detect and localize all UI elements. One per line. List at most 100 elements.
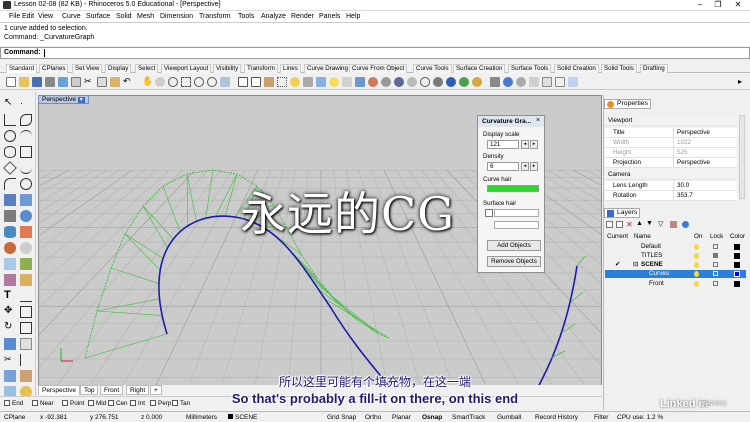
arc-icon[interactable] [20,130,32,142]
menu-dimension[interactable]: Dimension [160,13,193,20]
tab-viewport-layout[interactable]: Viewport Layout [161,64,212,73]
filter-toggle[interactable]: Filter [594,414,608,421]
select-arrow-icon[interactable]: ↖ [4,98,16,110]
cylinder-icon[interactable] [4,226,16,238]
copy-clip-icon[interactable] [97,77,107,87]
zoom-icon[interactable] [168,77,178,87]
menu-file[interactable]: File [9,13,20,20]
menu-panels[interactable]: Panels [319,13,340,20]
freeform-icon[interactable] [20,162,32,174]
gumball-toggle[interactable]: Gumball [497,414,521,421]
prop-rotation-row[interactable]: Rotation 353.7 [605,191,737,201]
layer-row-curves[interactable]: Curves [605,270,746,278]
menu-surface[interactable]: Surface [86,13,110,20]
zoom-extents-icon[interactable] [194,77,204,87]
scale-icon[interactable] [20,322,32,334]
pipe-icon[interactable] [4,274,16,286]
layer-row-front[interactable]: Front [605,280,746,288]
extrude-icon[interactable] [20,194,32,206]
zoom-window-icon[interactable] [181,77,191,87]
cplane-icon[interactable] [264,77,274,87]
display-scale-input[interactable]: 121 [487,140,519,149]
ortho-toggle[interactable]: Ortho [365,414,381,421]
cplane-label[interactable]: CPlane [4,414,25,421]
units[interactable]: Millimeters [186,414,217,421]
tab-lines[interactable]: Lines [280,64,301,73]
prop-lens-row[interactable]: Lens Length 30.0 [605,181,737,191]
menu-help[interactable]: Help [346,13,360,20]
tab-properties[interactable]: Properties [604,99,651,109]
filter-layers-icon[interactable]: ▽ [658,220,663,228]
menu-view[interactable]: View [38,13,53,20]
surface-icon[interactable] [4,194,16,206]
menu-transform[interactable]: Transform [199,13,231,20]
tab-cplanes[interactable]: CPlanes [39,64,69,73]
lock-icon[interactable] [303,77,313,87]
layer-row-default[interactable]: Default [605,243,746,251]
new-sublayer-icon[interactable] [616,221,623,228]
tab-layers[interactable]: Layers [604,208,641,218]
layer-row-scene[interactable]: ✔ ⊟ SCENE [605,261,746,269]
new-file-icon[interactable] [6,77,16,87]
zoom-selected-icon[interactable] [207,77,217,87]
add-objects-button[interactable]: Add Objects [487,240,541,251]
mirror-icon[interactable] [4,338,16,350]
dropdown-arrow-icon[interactable]: ▼ [77,97,85,103]
osnap-toggle[interactable]: Osnap [422,414,442,421]
tools-icon[interactable] [490,77,500,87]
import-icon[interactable] [58,77,68,87]
pan-icon[interactable]: ✋ [142,77,153,87]
command-line[interactable]: Command: [0,47,750,59]
grid-icon[interactable] [251,77,261,87]
move-up-icon[interactable]: ▲ [636,220,643,227]
four-view-icon[interactable] [238,77,248,87]
tab-surface-creation[interactable]: Surface Creation [453,64,506,73]
tab-drafting[interactable]: Drafting [640,64,668,73]
undo-icon[interactable]: ↶ [123,77,133,87]
layer-help-icon[interactable] [682,221,689,228]
properties-icon[interactable] [342,77,352,87]
split-icon[interactable] [20,354,32,366]
move-down-icon[interactable]: ▼ [646,220,653,227]
menu-analyze[interactable]: Analyze [261,13,286,20]
drape-icon[interactable] [20,258,32,270]
print-icon[interactable] [45,77,55,87]
trim-icon[interactable]: ✂ [4,354,16,366]
menu-mesh[interactable]: Mesh [137,13,154,20]
offset-icon[interactable] [20,178,32,190]
tab-surface-tools[interactable]: Surface Tools [508,64,552,73]
mesh-icon[interactable] [4,258,16,270]
fillet-icon[interactable] [4,178,16,190]
tab-set-view[interactable]: Set View [72,64,103,73]
polygon-icon[interactable] [3,161,17,175]
properties-scrollbar[interactable] [739,115,745,199]
tab-curve-tools[interactable]: Curve Tools [413,64,452,73]
tab-solid-creation[interactable]: Solid Creation [554,64,599,73]
menu-tools[interactable]: Tools [238,13,254,20]
prop-title-row[interactable]: Title Perspective [605,128,737,138]
prop-projection-row[interactable]: Projection Perspective [605,158,737,168]
boolean-diff-icon[interactable] [20,242,32,254]
tab-curve-from-object[interactable]: Curve From Object [349,64,408,73]
tab-curve-drawing[interactable]: Curve Drawing [304,64,351,73]
gold-sphere-icon[interactable] [472,77,482,87]
curve-icon[interactable] [20,114,32,126]
cut-icon[interactable]: ✂ [84,77,94,87]
tab-transform[interactable]: Transform [244,64,278,73]
rotate-view-icon[interactable] [155,77,165,87]
surface-hair-swatch-1[interactable] [494,209,539,217]
cone-icon[interactable] [20,226,32,238]
tab-solid-tools[interactable]: Solid Tools [601,64,637,73]
hide-icon[interactable] [290,77,300,87]
tab-display[interactable]: Display [105,64,132,73]
open-icon[interactable] [19,77,29,87]
sphere-icon[interactable] [433,77,443,87]
array-icon[interactable] [20,338,32,350]
green-sphere-icon[interactable] [459,77,469,87]
display-scale-down-icon[interactable]: ◂ [521,140,529,149]
viewport-title-tab[interactable]: Perspective ▼ [38,95,89,104]
paste-icon[interactable] [110,77,120,87]
history-icon[interactable] [568,77,578,87]
help-icon[interactable] [503,77,513,87]
layer-tools-icon[interactable] [670,221,677,228]
